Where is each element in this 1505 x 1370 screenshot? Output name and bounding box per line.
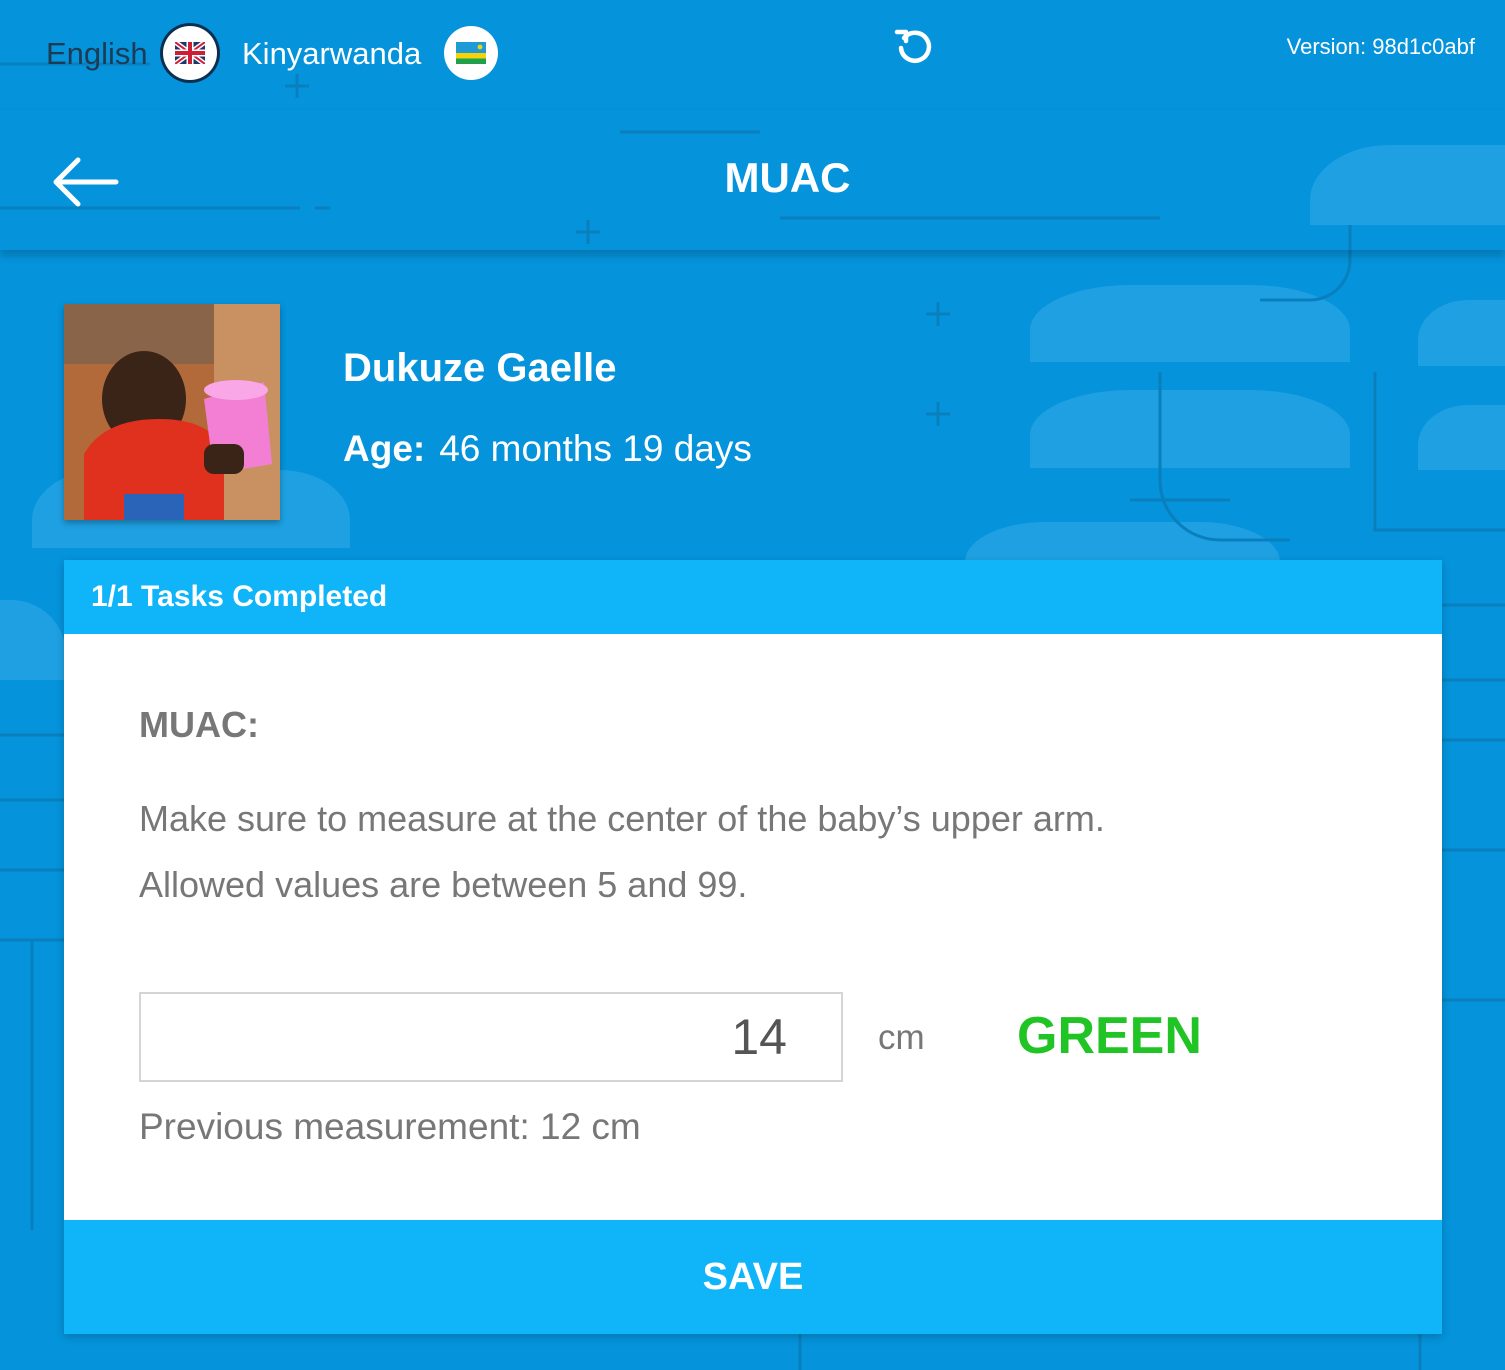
refresh-icon[interactable] [894,26,934,66]
previous-measurement: Previous measurement: 12 cm [139,1106,641,1147]
version-label: Version: 98d1c0abf [1286,34,1475,59]
tasks-completed-label: 1/1 Tasks Completed [91,580,388,613]
age-label: Age: [343,428,426,469]
help-text-allowed-values: Allowed values are between 5 and 99. [139,864,748,905]
card-header: 1/1 Tasks Completed [64,560,1442,634]
page-header: MUAC [0,110,1505,250]
page-title: MUAC [724,154,851,201]
unit-label: cm [878,1018,925,1057]
participant-age: Age: 46 months 19 days [343,428,752,470]
muac-input[interactable] [139,992,843,1082]
language-english-link[interactable]: English [46,36,148,72]
uk-flag-icon[interactable] [163,26,217,80]
measurement-card: 1/1 Tasks Completed MUAC: Make sure to m… [64,560,1442,1334]
rwanda-flag-graphic [456,42,486,64]
uk-flag-graphic [175,42,205,64]
form-title: MUAC: [139,704,259,745]
participant-name: Dukuze Gaelle [343,346,617,390]
language-kinyarwanda-link[interactable]: Kinyarwanda [242,36,421,72]
save-button[interactable]: SAVE [64,1220,1442,1334]
muac-status-label: GREEN [1017,1007,1202,1065]
age-value: 46 months 19 days [439,428,752,469]
participant-avatar [64,304,280,520]
language-bar: English Kinyarwanda Version: 98d1c0abf [0,0,1505,110]
rwanda-flag-icon[interactable] [444,26,498,80]
help-text-measure: Make sure to measure at the center of th… [139,798,1105,839]
